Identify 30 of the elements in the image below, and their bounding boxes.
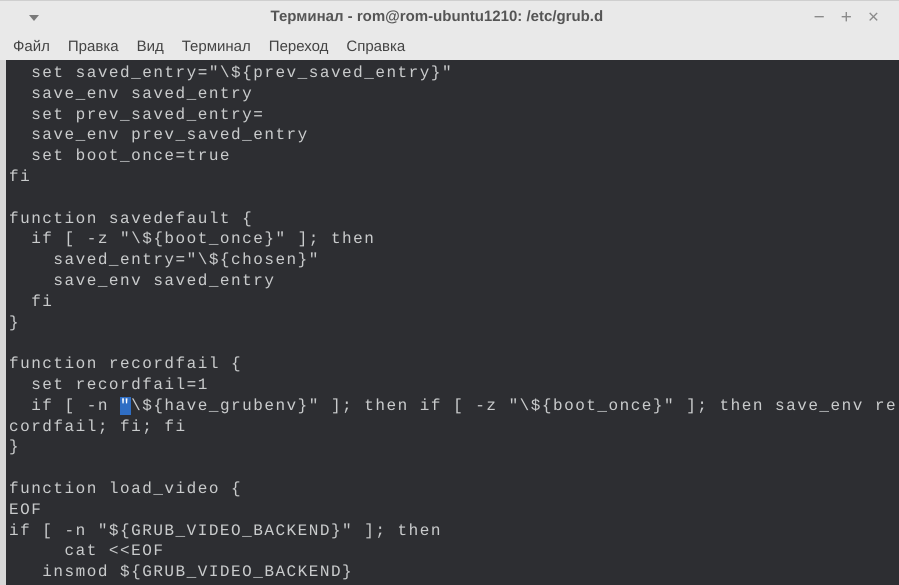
code-line: fi [9,166,32,188]
code-line: save_env prev_saved_entry [30,125,309,146]
code-line: function savedefault { [9,208,254,230]
code-line: save_env saved_entry [52,270,276,292]
code-line: fi [30,292,54,313]
code-line: } [9,437,20,458]
window-title: Терминал - rom@rom-ubuntu1210: /etc/grub.d [270,7,604,28]
code-line: function load_video { [9,478,242,500]
menu-item[interactable]: Файл [13,36,50,58]
menu-item[interactable]: Справка [346,36,406,58]
code-line: cordfail; fi; fi [9,416,187,438]
code-line: cat <<EOF [64,541,164,562]
menu-item[interactable]: Переход [268,36,328,58]
code-line: set boot_once=true [30,146,232,167]
code-line: saved_entry="\${chosen}" [52,250,320,271]
code-line: if [ -z "\${boot_once}" ]; then [30,229,376,250]
code-line: if [ -n "${GRUB_VIDEO_BACKEND}" ]; then [9,520,442,542]
dropdown-triangle-icon[interactable] [28,14,40,22]
code-line: if [ -n "\${have_grubenv}" ]; then if [ -z "\${boot_once}" ]; then save_env re [30,396,898,417]
code-line: set prev_saved_entry= [30,104,264,126]
code-line: set saved_entry="\${prev_saved_entry}" [30,63,454,84]
code-line: function recordfail { [9,354,242,375]
code-line: EOF [9,500,42,521]
code-line: } [9,312,20,334]
code-line: save_env saved_entry [30,84,254,105]
code-line: insmod ${GRUB_VIDEO_BACKEND} [41,562,354,583]
menu-item[interactable]: Терминал [182,36,251,58]
menu-item[interactable]: Вид [136,36,164,58]
code-line: set recordfail=1 [30,374,209,396]
menu-item[interactable]: Правка [68,36,119,58]
